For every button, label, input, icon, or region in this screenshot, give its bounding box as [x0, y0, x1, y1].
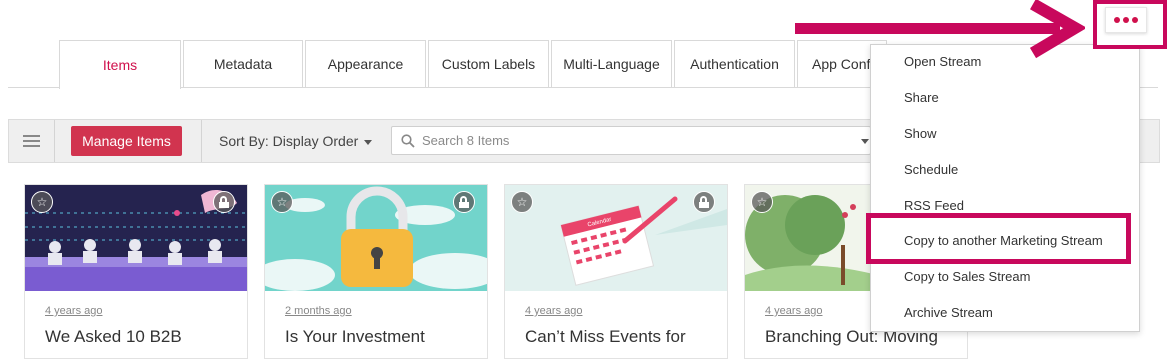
- card-thumbnail: Calendar ☆: [505, 185, 727, 291]
- card-title[interactable]: We Asked 10 B2B: [45, 326, 182, 348]
- content-card[interactable]: Calendar ☆ 4 years ago Can’t Miss Events…: [504, 184, 728, 359]
- search-input[interactable]: Search 8 Items: [422, 133, 509, 148]
- tab-authentication[interactable]: Authentication: [674, 40, 795, 87]
- card-thumbnail: ☆: [25, 185, 247, 291]
- tab-multi-language[interactable]: Multi-Language: [551, 40, 672, 87]
- more-options-button[interactable]: [1105, 7, 1147, 33]
- menu-icon[interactable]: [9, 120, 55, 162]
- search-filter-chevron-icon[interactable]: [861, 139, 869, 144]
- sort-label: Sort By: Display Order: [219, 133, 359, 149]
- menu-item-rss-feed[interactable]: RSS Feed: [904, 198, 964, 213]
- star-icon[interactable]: ☆: [511, 191, 533, 213]
- card-date: 4 years ago: [45, 305, 103, 317]
- card-date: 2 months ago: [285, 305, 352, 317]
- search-icon: [401, 134, 415, 148]
- dot-icon: [1132, 17, 1138, 23]
- search-field[interactable]: Search 8 Items: [391, 126, 871, 155]
- menu-item-copy-to-sales-stream[interactable]: Copy to Sales Stream: [904, 269, 1030, 284]
- menu-item-archive-stream[interactable]: Archive Stream: [904, 305, 993, 320]
- menu-item-schedule[interactable]: Schedule: [904, 162, 958, 177]
- star-icon[interactable]: ☆: [31, 191, 53, 213]
- card-title[interactable]: Can’t Miss Events for: [525, 326, 686, 348]
- sort-dropdown[interactable]: Sort By: Display Order: [219, 133, 373, 149]
- highlight-box: [866, 213, 1131, 264]
- content-card[interactable]: ☆ 2 months ago Is Your Investment: [264, 184, 488, 359]
- tab-appearance[interactable]: Appearance: [305, 40, 426, 87]
- arrow-annotation-icon: [795, 0, 1085, 59]
- content-card[interactable]: ☆ 4 years ago We Asked 10 B2B: [24, 184, 248, 359]
- card-title[interactable]: Is Your Investment: [285, 326, 425, 348]
- lock-icon[interactable]: [453, 191, 475, 213]
- tab-custom-labels[interactable]: Custom Labels: [428, 40, 549, 87]
- chevron-down-icon: [364, 139, 373, 145]
- lock-icon[interactable]: [213, 191, 235, 213]
- stream-actions-menu: Open Stream Share Show Schedule RSS Feed…: [870, 44, 1140, 332]
- menu-item-share[interactable]: Share: [904, 90, 939, 105]
- star-icon[interactable]: ☆: [271, 191, 293, 213]
- toolbar-divider: [201, 120, 202, 162]
- card-date: 4 years ago: [765, 305, 823, 317]
- dot-icon: [1123, 17, 1129, 23]
- menu-item-show[interactable]: Show: [904, 126, 937, 141]
- star-icon[interactable]: ☆: [751, 191, 773, 213]
- card-thumbnail: ☆: [265, 185, 487, 291]
- tab-metadata[interactable]: Metadata: [183, 40, 303, 87]
- lock-icon[interactable]: [693, 191, 715, 213]
- card-date: 4 years ago: [525, 305, 583, 317]
- dot-icon: [1114, 17, 1120, 23]
- tab-items[interactable]: Items: [59, 40, 181, 89]
- manage-items-button[interactable]: Manage Items: [71, 126, 182, 156]
